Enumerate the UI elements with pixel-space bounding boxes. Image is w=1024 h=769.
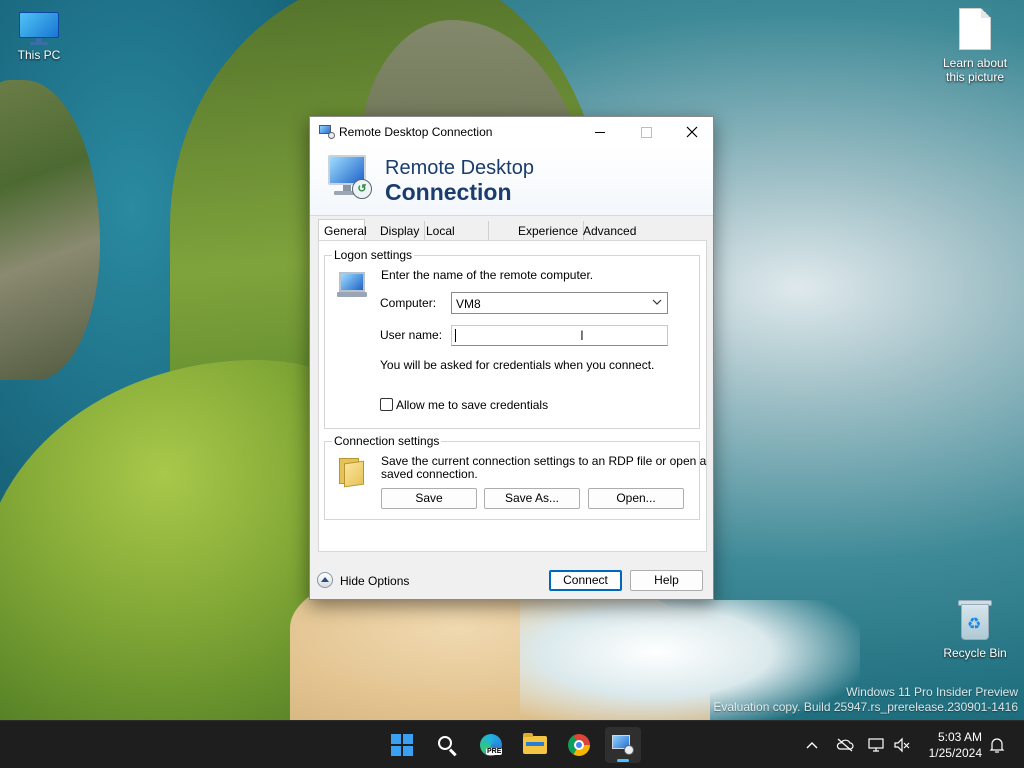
save-as-button[interactable]: Save As... bbox=[484, 488, 580, 509]
taskbar: PRE 5:03 AM 1/25/2024 bbox=[0, 720, 1024, 768]
onedrive-status[interactable] bbox=[834, 721, 856, 769]
network-icon bbox=[868, 738, 884, 752]
start-icon bbox=[391, 734, 413, 756]
folder-icon bbox=[339, 456, 365, 488]
ibeam-cursor-icon: I bbox=[580, 327, 584, 343]
taskbar-clock[interactable]: 5:03 AM 1/25/2024 bbox=[929, 729, 982, 761]
computer-icon bbox=[337, 270, 369, 300]
file-explorer-button[interactable] bbox=[517, 727, 553, 763]
remote-desktop-taskbar-button[interactable] bbox=[605, 727, 641, 763]
banner-title-line-1: Remote Desktop bbox=[385, 157, 534, 179]
username-label: User name: bbox=[380, 328, 443, 342]
save-credentials-label[interactable]: Allow me to save credentials bbox=[396, 398, 548, 412]
computer-value: VM8 bbox=[456, 297, 481, 311]
save-button[interactable]: Save bbox=[381, 488, 477, 509]
credentials-note: You will be asked for credentials when y… bbox=[380, 358, 655, 372]
desktop-icon-label: Recycle Bin bbox=[943, 646, 1007, 660]
tab-advanced[interactable]: Advanced bbox=[578, 221, 641, 241]
username-field[interactable]: I bbox=[451, 325, 668, 346]
connect-button[interactable]: Connect bbox=[549, 570, 622, 591]
header-banner: ↺ Remote Desktop Connection bbox=[310, 147, 713, 216]
file-explorer-icon bbox=[523, 733, 547, 754]
build-watermark: Windows 11 Pro Insider Preview Evaluatio… bbox=[713, 685, 1018, 715]
general-tab-panel: Logon settings Enter the name of the rem… bbox=[318, 240, 707, 552]
logon-instruction: Enter the name of the remote computer. bbox=[381, 268, 594, 282]
remote-desktop-window: Remote Desktop Connection ↺ Remote Deskt… bbox=[309, 116, 714, 600]
chevron-down-icon[interactable] bbox=[651, 296, 663, 308]
text-caret bbox=[455, 329, 456, 342]
desktop-icon-this-pc[interactable]: This PC bbox=[1, 12, 77, 62]
chrome-icon bbox=[568, 734, 590, 756]
remote-desktop-logo-icon: ↺ bbox=[328, 155, 374, 201]
computer-combobox[interactable]: VM8 bbox=[451, 292, 668, 314]
document-icon bbox=[959, 8, 991, 50]
banner-title-line-2: Connection bbox=[385, 179, 512, 205]
search-button[interactable] bbox=[429, 727, 465, 763]
cloud-offline-icon bbox=[836, 738, 854, 752]
maximize-button[interactable] bbox=[623, 117, 669, 147]
connection-description-line-1: Save the current connection settings to … bbox=[381, 454, 707, 468]
volume-status[interactable] bbox=[891, 721, 913, 769]
bell-icon bbox=[989, 738, 1005, 753]
this-pc-icon bbox=[19, 12, 59, 45]
close-icon bbox=[686, 126, 698, 138]
remote-desktop-icon bbox=[319, 125, 335, 139]
group-title: Connection settings bbox=[332, 434, 442, 448]
desktop-icon-learn-picture[interactable]: Learn about this picture bbox=[937, 8, 1013, 84]
help-button[interactable]: Help bbox=[630, 570, 703, 591]
edge-dev-button[interactable]: PRE bbox=[473, 727, 509, 763]
search-icon bbox=[438, 736, 452, 750]
watermark-line-1: Windows 11 Pro Insider Preview bbox=[846, 685, 1018, 699]
desktop-icon-label: This PC bbox=[17, 48, 61, 62]
group-title: Logon settings bbox=[332, 248, 415, 262]
start-button[interactable] bbox=[384, 727, 420, 763]
watermark-line-2: Evaluation copy. Build 25947.rs_prerelea… bbox=[713, 700, 1018, 714]
connection-settings-group: Connection settings Save the current con… bbox=[324, 434, 706, 520]
tab-display[interactable]: Display bbox=[375, 221, 426, 241]
minimize-button[interactable] bbox=[577, 117, 623, 147]
logon-settings-group: Logon settings Enter the name of the rem… bbox=[324, 248, 700, 429]
tab-local-resources[interactable]: Local Resources bbox=[421, 221, 490, 258]
computer-label: Computer: bbox=[380, 296, 437, 310]
chrome-button[interactable] bbox=[561, 727, 597, 763]
volume-muted-icon bbox=[894, 737, 910, 753]
collapse-arrow-icon bbox=[317, 572, 333, 588]
hide-options-label: Hide Options bbox=[340, 574, 410, 588]
recycle-bin-icon: ♻ bbox=[958, 598, 992, 642]
notifications-button[interactable] bbox=[986, 721, 1008, 769]
save-credentials-checkbox[interactable] bbox=[380, 398, 393, 411]
minimize-icon bbox=[595, 131, 605, 133]
chevron-up-icon bbox=[806, 742, 818, 749]
clock-date: 1/25/2024 bbox=[928, 746, 982, 760]
maximize-icon bbox=[640, 126, 652, 138]
show-hidden-icons-button[interactable] bbox=[802, 721, 822, 769]
desktop-icon-label: Learn about this picture bbox=[942, 56, 1008, 84]
connection-description-line-2: saved connection. bbox=[381, 467, 478, 481]
close-button[interactable] bbox=[669, 117, 715, 147]
edge-badge: PRE bbox=[486, 748, 503, 755]
tab-general[interactable]: General bbox=[318, 219, 367, 241]
title-bar[interactable]: Remote Desktop Connection bbox=[310, 117, 713, 147]
open-button[interactable]: Open... bbox=[588, 488, 684, 509]
network-status[interactable] bbox=[866, 721, 888, 769]
tab-experience[interactable]: Experience bbox=[513, 221, 585, 241]
window-title: Remote Desktop Connection bbox=[339, 125, 493, 139]
desktop-icon-recycle-bin[interactable]: ♻ Recycle Bin bbox=[937, 598, 1013, 660]
edge-dev-icon: PRE bbox=[480, 734, 503, 756]
clock-time: 5:03 AM bbox=[937, 730, 982, 744]
remote-desktop-icon bbox=[612, 735, 634, 755]
